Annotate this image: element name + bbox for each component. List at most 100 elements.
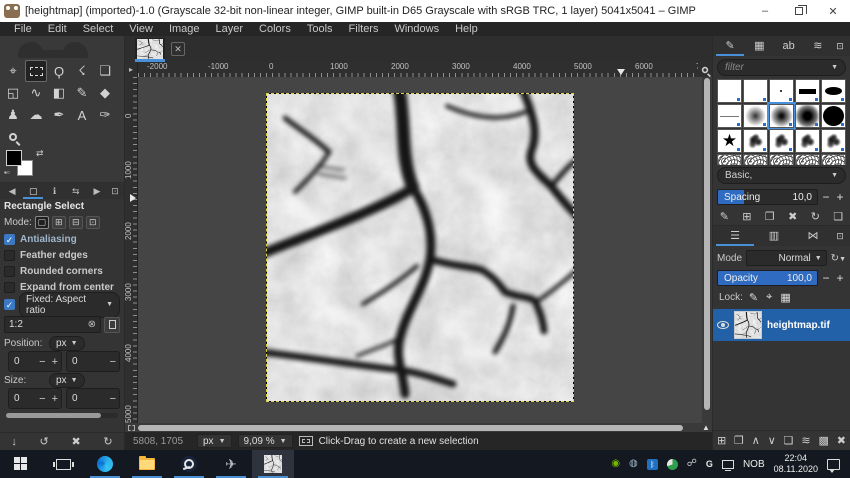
- free-select-tool[interactable]: Ϙ: [48, 60, 70, 82]
- expand-from-center-checkbox[interactable]: [4, 282, 15, 293]
- brush-swatch-ellipse[interactable]: [821, 79, 846, 103]
- status-unit-combo[interactable]: px ▼: [197, 434, 232, 448]
- clone-tool[interactable]: ♟: [2, 104, 24, 126]
- tabs-next-icon[interactable]: ▶: [87, 183, 107, 199]
- layer-mask-button[interactable]: ▩: [819, 434, 829, 447]
- file-explorer[interactable]: [126, 450, 168, 478]
- mode-add[interactable]: ⊞: [52, 216, 66, 229]
- menu-help[interactable]: Help: [447, 22, 486, 36]
- network-tray-icon[interactable]: [722, 460, 734, 469]
- transform-tool[interactable]: ◱: [2, 82, 24, 104]
- opacity-decrease-button[interactable]: −: [820, 271, 832, 285]
- brush-swatch-soft2[interactable]: [769, 104, 794, 128]
- layer-mode-combo[interactable]: Normal ▼: [746, 250, 827, 266]
- layer-visibility-eye-icon[interactable]: [717, 321, 729, 329]
- mode-subtract[interactable]: ⊟: [69, 216, 83, 229]
- paintbrush-tool[interactable]: ✎: [71, 82, 93, 104]
- brush-swatch-tex[interactable]: [717, 154, 742, 165]
- brush-tag-input[interactable]: Basic, ▼: [717, 167, 846, 184]
- menu-layer[interactable]: Layer: [208, 22, 252, 36]
- foreground-color-swatch[interactable]: [6, 150, 22, 166]
- logitech-tray-icon[interactable]: G: [706, 460, 713, 469]
- gimp-window[interactable]: [252, 450, 294, 478]
- rounded-corners-checkbox[interactable]: [4, 266, 15, 277]
- nvidia-tray-icon[interactable]: ◉: [611, 459, 620, 469]
- tab-corner[interactable]: ⊡: [833, 37, 847, 56]
- lock-alpha-icon[interactable]: ▦: [780, 291, 790, 304]
- brush-swatch-star[interactable]: ★: [717, 129, 742, 153]
- clear-icon[interactable]: ⊗: [88, 319, 96, 330]
- language-indicator[interactable]: NOB: [743, 459, 765, 470]
- antialiasing-checkbox[interactable]: ✓: [4, 234, 15, 245]
- text-tool[interactable]: A: [71, 104, 93, 126]
- menu-colors[interactable]: Colors: [251, 22, 299, 36]
- fuzzy-select-tool[interactable]: ☇: [71, 60, 93, 82]
- open-brush-as-image-button[interactable]: ❏: [833, 210, 843, 223]
- start-button[interactable]: [0, 450, 42, 478]
- menu-tools[interactable]: Tools: [299, 22, 341, 36]
- raise-layer-button[interactable]: ∧: [752, 434, 760, 447]
- aspect-ratio-input[interactable]: 1:2 ⊗: [4, 316, 101, 333]
- bucket-fill-tool[interactable]: ◧: [48, 82, 70, 104]
- brush-swatch-blank[interactable]: [743, 79, 768, 103]
- close-button[interactable]: ✕: [816, 0, 850, 22]
- menu-view[interactable]: View: [121, 22, 161, 36]
- heightmap-image[interactable]: [266, 93, 574, 402]
- paths-tool[interactable]: ✒: [48, 104, 70, 126]
- color-swatches[interactable]: ⇄ ▪▫: [6, 150, 124, 182]
- brush-swatch-soft1[interactable]: [743, 104, 768, 128]
- spacing-increase-button[interactable]: +: [834, 190, 846, 204]
- tabs-prev-icon[interactable]: ◀: [2, 183, 22, 199]
- brush-swatch-hbar[interactable]: [795, 79, 820, 103]
- brush-swatch-splat[interactable]: [795, 129, 820, 153]
- antivirus-tray-icon[interactable]: [667, 459, 678, 470]
- vertical-scrollbar[interactable]: [702, 77, 712, 423]
- status-zoom-combo[interactable]: 9,09 % ▼: [238, 434, 293, 448]
- reset-tool-options-button[interactable]: ↻: [103, 435, 112, 448]
- warp-tool[interactable]: ∿: [25, 82, 47, 104]
- clock-indicator[interactable]: 22:0408.11.2020: [774, 453, 818, 475]
- size-unit-combo[interactable]: px ▼: [49, 373, 85, 388]
- menu-image[interactable]: Image: [161, 22, 208, 36]
- opacity-increase-button[interactable]: +: [834, 271, 846, 285]
- fixed-checkbox[interactable]: ✓: [4, 299, 15, 310]
- tab-brushes[interactable]: ✎: [716, 37, 744, 56]
- position-y-spinner[interactable]: 0−: [66, 351, 120, 372]
- brush-swatch-tex[interactable]: [743, 154, 768, 165]
- brush-swatch-splat[interactable]: [821, 129, 846, 153]
- brush-swatch-hline[interactable]: [717, 104, 742, 128]
- tab-undo-history[interactable]: ⇆: [66, 183, 86, 199]
- tab-layers[interactable]: ☰: [716, 227, 754, 246]
- size-width-spinner[interactable]: 0−+: [8, 388, 62, 409]
- lower-layer-button[interactable]: ∨: [768, 434, 776, 447]
- default-colors-icon[interactable]: ▪▫: [4, 168, 10, 177]
- layer-mode-reset-button[interactable]: ↻▼: [831, 253, 846, 264]
- brush-swatch-dot[interactable]: [769, 79, 794, 103]
- delete-layer-button[interactable]: ✖: [837, 434, 846, 447]
- lock-pixels-icon[interactable]: ✎: [749, 291, 758, 304]
- brush-swatch-blank[interactable]: [717, 79, 742, 103]
- decrement-icon[interactable]: −: [36, 356, 48, 368]
- zoom-tool[interactable]: [2, 126, 24, 148]
- refresh-brushes-button[interactable]: ↻: [811, 210, 820, 223]
- decrement-icon[interactable]: −: [107, 356, 119, 368]
- fixed-combo[interactable]: Fixed: Aspect ratio ▼: [19, 292, 120, 318]
- brush-swatch-tex[interactable]: [795, 154, 820, 165]
- image-tab-heightmap[interactable]: [135, 38, 165, 62]
- mode-intersect[interactable]: ⊡: [86, 216, 100, 229]
- image-tab-close-icon[interactable]: ✕: [171, 42, 185, 56]
- mode-replace[interactable]: ▢: [35, 216, 49, 229]
- canvas-viewport[interactable]: [138, 77, 702, 423]
- restore-tool-preset-button[interactable]: ↺: [40, 435, 49, 448]
- tab-corner[interactable]: ⊡: [833, 227, 847, 246]
- horizontal-ruler[interactable]: -2000-100001000200030004000500060007000: [138, 62, 698, 77]
- vertical-ruler[interactable]: 010002000300040005000: [125, 77, 138, 423]
- delete-tool-preset-button[interactable]: ✖: [71, 435, 80, 448]
- spacing-decrease-button[interactable]: −: [820, 190, 832, 204]
- tab-tool-options[interactable]: ▢: [23, 183, 43, 199]
- satellite-tray-icon[interactable]: ☍: [687, 459, 697, 469]
- opacity-slider[interactable]: Opacity 100,0: [717, 270, 818, 286]
- game-app[interactable]: ✈: [210, 450, 252, 478]
- navigation-button[interactable]: ▲: [700, 423, 712, 432]
- layer-row-heightmap[interactable]: heightmap.tif: [713, 309, 850, 341]
